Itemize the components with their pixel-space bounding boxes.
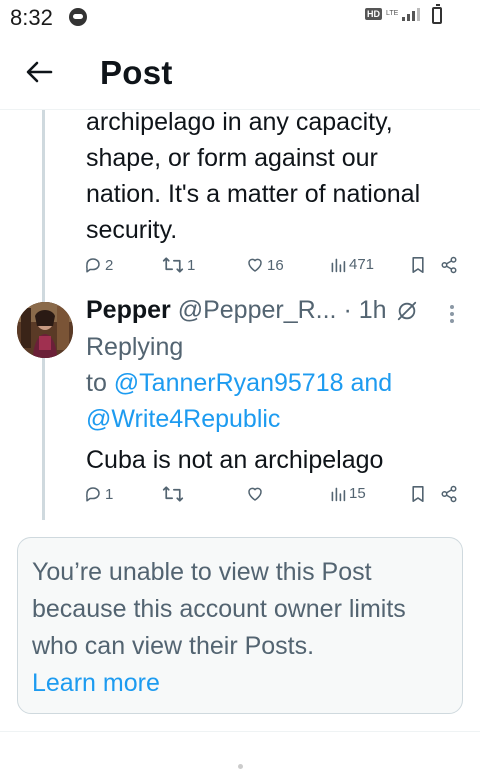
share-icon (441, 256, 457, 274)
reply-post-actions: 1 15 (84, 485, 464, 509)
author-handle[interactable]: @Pepper_R... (178, 296, 337, 324)
restricted-post-notice: You’re unable to view this Post because … (17, 537, 463, 714)
replying-to: Replying to @TannerRyan95718 and @Write4… (86, 329, 466, 437)
reply-count: 1 (105, 485, 114, 503)
mention-link[interactable]: @Write4Republic (86, 405, 280, 433)
hd-badge: HD (365, 8, 382, 20)
parent-post-text: archipelago in any capacity, shape, or f… (86, 104, 466, 248)
reply-button[interactable]: 1 (84, 485, 113, 503)
back-button[interactable] (22, 55, 56, 89)
post-timestamp: · 1h (336, 296, 387, 324)
status-time: 8:32 (10, 5, 53, 30)
restricted-icon (397, 301, 417, 321)
bookmark-button[interactable] (410, 256, 426, 274)
more-options-button[interactable] (442, 304, 462, 324)
arrow-left-icon (26, 61, 53, 83)
views-button[interactable]: 15 (330, 485, 366, 502)
author-name[interactable]: Pepper (86, 296, 171, 324)
to-label: to (86, 369, 114, 397)
repost-icon (162, 486, 184, 502)
post-text-line: archipelago in any capacity, (86, 108, 393, 136)
page-title: Post (100, 54, 173, 91)
signal-strength-icon (402, 7, 420, 21)
divider (0, 731, 480, 732)
like-button[interactable]: 16 (246, 256, 284, 274)
avatar-image (17, 302, 73, 358)
heart-icon (248, 258, 262, 272)
notice-message: You’re unable to view this Post because … (32, 558, 406, 660)
post-text-line: nation. It's a matter of national (86, 180, 421, 208)
view-count: 471 (349, 256, 375, 273)
mention-link[interactable]: @TannerRyan95718 (114, 369, 344, 397)
navigation-indicator (238, 764, 243, 769)
reply-button[interactable]: 2 (84, 256, 113, 274)
share-button[interactable] (440, 256, 458, 274)
reply-icon (86, 487, 100, 502)
share-button[interactable] (440, 485, 458, 503)
and-label: and (343, 369, 393, 397)
repost-button[interactable]: 1 (162, 256, 195, 274)
replying-label: Replying (86, 333, 184, 361)
bookmark-icon (412, 257, 424, 273)
replying-to-line: to @TannerRyan95718 and (86, 365, 466, 401)
analytics-icon (331, 487, 346, 501)
page-header: Post (0, 36, 480, 110)
repost-button[interactable] (162, 485, 187, 503)
repost-count: 1 (187, 256, 196, 274)
bookmark-icon (412, 486, 424, 502)
like-count: 16 (267, 256, 284, 274)
network-type: LTE (386, 10, 399, 17)
battery-icon (432, 4, 442, 24)
avatar[interactable] (17, 302, 73, 358)
bookmark-button[interactable] (410, 485, 426, 503)
share-icon (441, 485, 457, 503)
reply-post-text: Cuba is not an archipelago (86, 446, 384, 474)
heart-icon (248, 487, 262, 501)
reply-author-line: Pepper @Pepper_R... · 1h (86, 296, 416, 325)
post-text-line: security. (86, 216, 178, 244)
repost-icon (162, 257, 184, 273)
status-indicators: HD LTE (365, 7, 420, 21)
reply-icon (86, 258, 100, 273)
view-count: 15 (349, 485, 366, 502)
post-text-line: shape, or form against our (86, 144, 378, 172)
status-bar: 8:32 HD LTE (0, 0, 480, 36)
learn-more-link[interactable]: Learn more (32, 665, 448, 702)
views-button[interactable]: 471 (330, 256, 374, 273)
like-button[interactable] (246, 485, 267, 503)
analytics-icon (331, 258, 346, 272)
game-controller-icon (69, 8, 87, 26)
reply-count: 2 (105, 256, 114, 274)
parent-post-actions: 2 1 16 471 (84, 256, 464, 280)
